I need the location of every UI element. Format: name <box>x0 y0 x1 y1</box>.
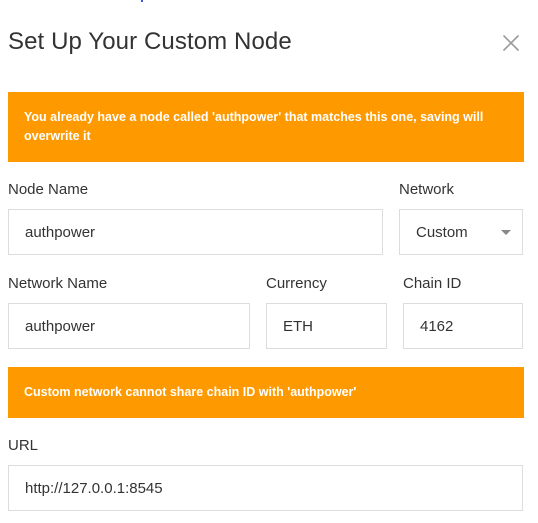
node-name-input[interactable]: authpower <box>8 209 383 255</box>
close-icon <box>498 30 524 56</box>
chain-id-value: 4162 <box>420 317 454 335</box>
chevron-down-icon <box>501 230 511 235</box>
duplicate-node-warning: You already have a node called 'authpowe… <box>8 92 524 162</box>
currency-input[interactable]: ETH <box>266 303 387 349</box>
dialog-title: Set Up Your Custom Node <box>8 28 292 55</box>
url-input[interactable]: http://127.0.0.1:8545 <box>8 465 523 511</box>
url-value: http://127.0.0.1:8545 <box>25 479 163 497</box>
network-select-value: Custom <box>416 223 468 241</box>
chain-id-input[interactable]: 4162 <box>403 303 523 349</box>
url-label: URL <box>8 437 39 454</box>
close-button[interactable] <box>498 30 524 56</box>
chain-id-label: Chain ID <box>403 275 462 292</box>
chain-id-conflict-warning-text: Custom network cannot share chain ID wit… <box>24 385 357 399</box>
node-name-value: authpower <box>25 223 96 241</box>
network-name-input[interactable]: authpower <box>8 303 250 349</box>
network-name-value: authpower <box>25 317 96 335</box>
network-select[interactable]: Custom <box>399 209 523 255</box>
network-label: Network <box>399 181 455 198</box>
node-name-label: Node Name <box>8 181 89 198</box>
chain-id-conflict-warning: Custom network cannot share chain ID wit… <box>8 367 524 418</box>
focus-marker <box>141 0 143 2</box>
currency-value: ETH <box>283 317 313 335</box>
duplicate-node-warning-text: You already have a node called 'authpowe… <box>24 110 484 143</box>
currency-label: Currency <box>266 275 327 292</box>
network-name-label: Network Name <box>8 275 108 292</box>
